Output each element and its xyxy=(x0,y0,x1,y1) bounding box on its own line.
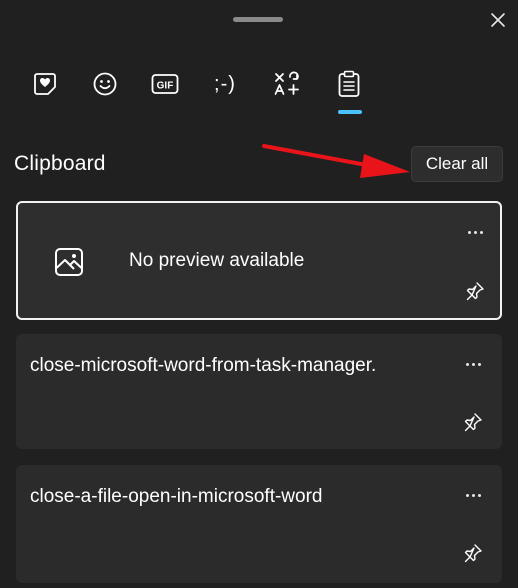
clipboard-item[interactable]: close-a-file-open-in-microsoft-word xyxy=(16,465,502,583)
clipboard-item-text: No preview available xyxy=(129,250,305,271)
pin-button[interactable] xyxy=(461,410,485,434)
more-icon xyxy=(465,362,481,366)
section-title: Clipboard xyxy=(14,152,106,175)
close-icon xyxy=(491,13,505,27)
tab-favorites[interactable] xyxy=(22,64,68,104)
annotation-arrow xyxy=(262,144,410,178)
more-options-button[interactable] xyxy=(461,485,485,505)
pin-icon xyxy=(464,413,482,432)
drag-handle[interactable] xyxy=(233,17,283,22)
clipboard-item-text: close-microsoft-word-from-task-manager. xyxy=(30,355,377,376)
tab-gif[interactable]: GIF xyxy=(142,64,188,104)
more-icon xyxy=(465,493,481,497)
tab-kaomoji[interactable]: ;-) xyxy=(202,64,248,104)
kaomoji-icon: ;-) xyxy=(214,72,236,95)
pin-icon xyxy=(464,544,482,563)
close-button[interactable] xyxy=(486,8,510,32)
clipboard-item-text: close-a-file-open-in-microsoft-word xyxy=(30,486,323,507)
clipboard-history-panel: GIF ;-) Clipboard Clear all No preview a… xyxy=(0,0,518,588)
clipboard-item[interactable]: No preview available xyxy=(16,201,502,320)
clear-all-button[interactable]: Clear all xyxy=(411,146,503,182)
tab-symbols[interactable] xyxy=(264,64,310,104)
image-icon xyxy=(55,248,83,276)
heart-sticker-icon xyxy=(34,73,56,95)
tab-emoji[interactable] xyxy=(82,64,128,104)
gif-icon: GIF xyxy=(151,74,179,94)
clipboard-icon xyxy=(338,70,360,97)
symbols-icon xyxy=(274,71,299,95)
more-icon xyxy=(467,230,483,234)
more-options-button[interactable] xyxy=(461,354,485,374)
gif-icon-label: GIF xyxy=(157,81,174,92)
tab-clipboard[interactable] xyxy=(326,64,372,104)
pin-icon xyxy=(466,282,484,301)
active-tab-indicator xyxy=(338,110,362,114)
pin-button[interactable] xyxy=(463,279,487,303)
clipboard-item[interactable]: close-microsoft-word-from-task-manager. xyxy=(16,334,502,449)
more-options-button[interactable] xyxy=(463,222,487,242)
pin-button[interactable] xyxy=(461,541,485,565)
smiley-icon xyxy=(93,72,117,96)
